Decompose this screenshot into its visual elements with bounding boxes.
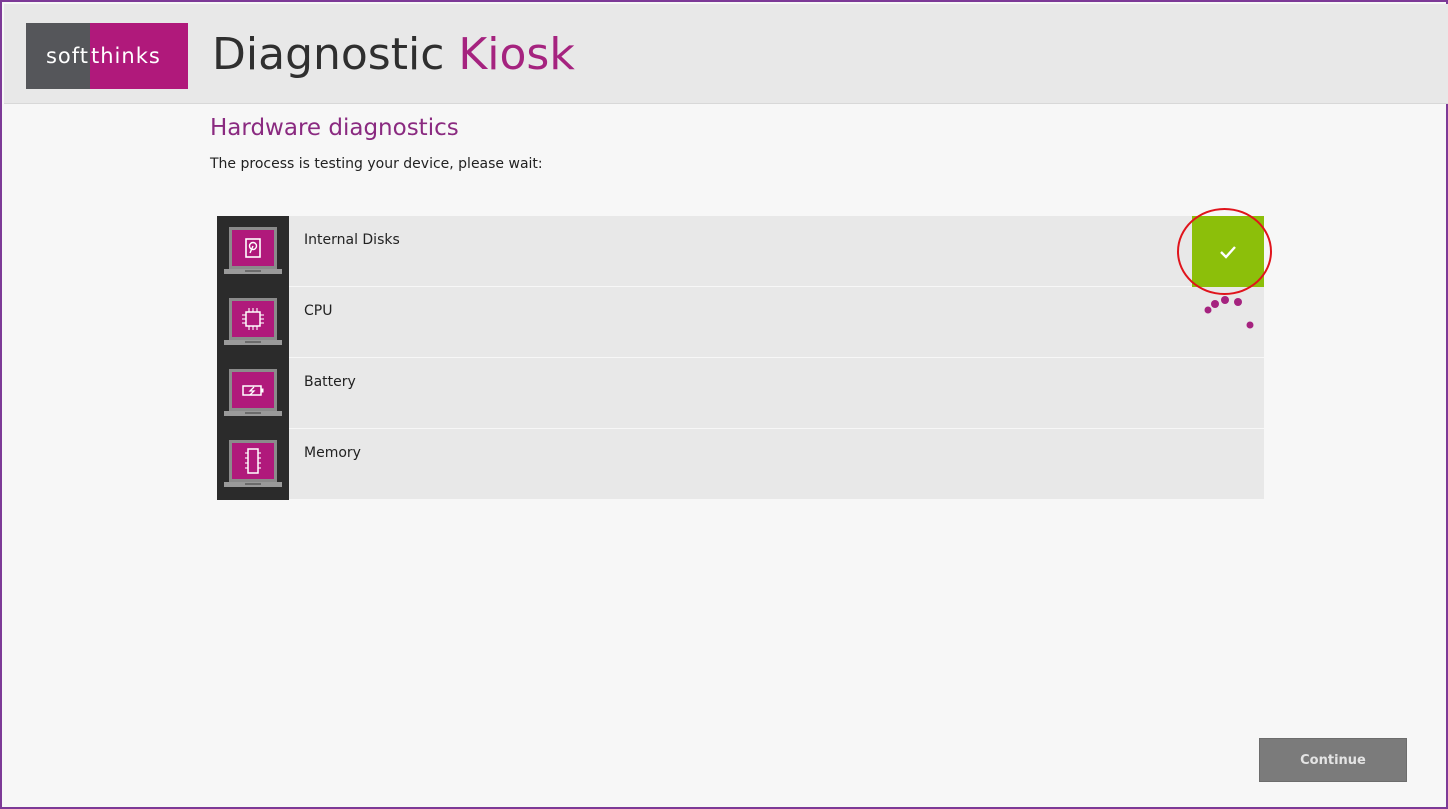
test-row-memory: Memory [217,429,1264,500]
test-label: Internal Disks [304,232,400,248]
test-icon-box [217,216,289,287]
cpu-chip-icon [224,298,282,345]
app-window: soft thinks Diagnostic Kiosk Hardware di… [0,0,1448,809]
hard-disk-icon [224,227,282,274]
logo-text-thinks: thinks [90,23,188,89]
softthinks-logo: soft thinks [26,23,188,89]
test-icon-box [217,358,289,429]
app-title-main: Diagnostic [212,29,445,80]
test-list: Internal Disks CPU Battery Memory [217,216,1264,500]
test-label: CPU [304,303,333,319]
test-label: Battery [304,374,356,390]
test-row-internal-disks: Internal Disks [217,216,1264,287]
app-title: Diagnostic Kiosk [212,30,575,80]
test-row-battery: Battery [217,358,1264,429]
battery-icon [224,369,282,416]
page-title: Hardware diagnostics [210,115,459,141]
checkmark-icon [1220,245,1236,259]
app-title-accent: Kiosk [458,29,575,80]
continue-button[interactable]: Continue [1259,738,1407,782]
test-icon-box [217,287,289,358]
page-subtitle: The process is testing your device, plea… [210,156,543,172]
loading-spinner-icon [1204,296,1254,329]
memory-icon [224,440,282,487]
test-row-cpu: CPU [217,287,1264,358]
logo-text-soft: soft [26,23,90,89]
test-icon-box [217,429,289,500]
test-label: Memory [304,445,361,461]
app-header: soft thinks Diagnostic Kiosk [4,4,1448,104]
test-status-passed [1192,216,1264,287]
